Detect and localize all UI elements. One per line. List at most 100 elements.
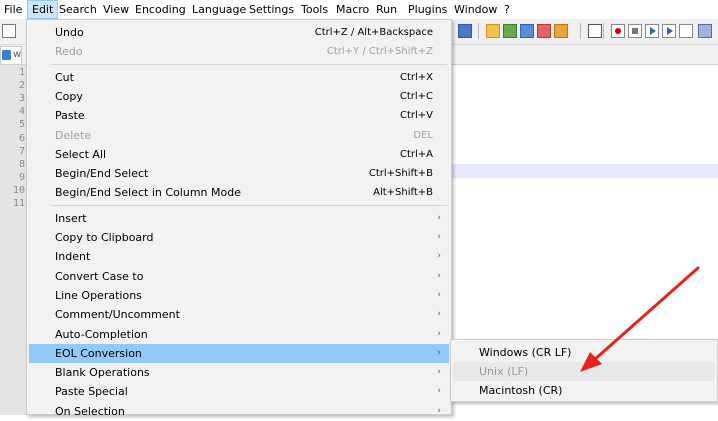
file-icon bbox=[2, 50, 11, 60]
menu-item-label: EOL Conversion bbox=[55, 346, 142, 360]
menu-item-comment-uncomment[interactable]: Comment/Uncomment › bbox=[29, 305, 449, 324]
menu-item-label: Auto-Completion bbox=[55, 327, 148, 341]
menu-run[interactable]: Run bbox=[372, 0, 401, 19]
menu-item-eol-conversion[interactable]: EOL Conversion › bbox=[29, 343, 449, 363]
line-number: 5 bbox=[18, 119, 25, 131]
menu-item-line-operations[interactable]: Line Operations › bbox=[29, 286, 449, 305]
toolbar-separator bbox=[603, 23, 604, 39]
line-number: 7 bbox=[18, 145, 25, 157]
eol-option-macintosh-cr[interactable]: Macintosh (CR) bbox=[453, 381, 715, 400]
menu-item-select-all[interactable]: Select All Ctrl+A bbox=[29, 145, 449, 164]
menu-item-shortcut: Ctrl+Z / Alt+Backspace bbox=[314, 27, 433, 38]
chevron-right-icon: › bbox=[437, 386, 441, 397]
eol-option-label: Unix (LF) bbox=[479, 365, 529, 378]
line-number: 3 bbox=[18, 93, 25, 105]
save-macro-icon[interactable] bbox=[679, 24, 693, 38]
menu-item-label: Redo bbox=[55, 45, 83, 59]
menu-edit[interactable]: Edit bbox=[27, 0, 59, 19]
menu-item-shortcut: Ctrl+V bbox=[399, 110, 433, 122]
menu-window[interactable]: Window bbox=[450, 0, 501, 19]
menu-item-copy[interactable]: Copy Ctrl+C bbox=[29, 87, 449, 106]
toolbar-separator bbox=[478, 23, 479, 39]
menu-item-on-selection[interactable]: On Selection › bbox=[29, 402, 449, 421]
chevron-right-icon: › bbox=[437, 212, 441, 223]
chevron-right-icon: › bbox=[437, 347, 441, 358]
line-number: 6 bbox=[18, 132, 25, 144]
menu-item-label: Undo bbox=[55, 26, 84, 39]
menu-item-auto-completion[interactable]: Auto-Completion › bbox=[29, 325, 449, 344]
menu-tools[interactable]: Tools bbox=[297, 0, 332, 19]
menu-item-label: Copy bbox=[55, 89, 83, 103]
wrap-icon[interactable] bbox=[458, 24, 472, 38]
menu-item-copy-to-clipboard[interactable]: Copy to Clipboard › bbox=[29, 228, 449, 247]
menu-item-label: Indent bbox=[55, 250, 91, 264]
chevron-right-icon: › bbox=[437, 232, 441, 242]
menu-view[interactable]: View bbox=[99, 0, 133, 19]
menu-item-begin-end-select-in-column-mode[interactable]: Begin/End Select in Column Mode Alt+Shift… bbox=[29, 183, 449, 202]
menu-encoding[interactable]: Encoding bbox=[131, 0, 190, 19]
more-tools-icon[interactable] bbox=[698, 24, 712, 38]
menu-item-label: Insert bbox=[55, 211, 87, 225]
line-number: 1 bbox=[18, 67, 25, 78]
menu-item-redo[interactable]: Redo Ctrl+Y / Ctrl+Shift+Z bbox=[29, 42, 449, 61]
image-icon[interactable] bbox=[503, 24, 517, 38]
line-number: 9 bbox=[18, 171, 25, 183]
stop-macro-icon[interactable] bbox=[628, 24, 642, 38]
menu-item-label: Line Operations bbox=[55, 288, 142, 302]
menu-item-convert-case-to[interactable]: Convert Case to › bbox=[29, 267, 449, 286]
menu-item-delete[interactable]: Delete DEL bbox=[29, 126, 449, 145]
menu-item-shortcut: Ctrl+Shift+B bbox=[368, 168, 433, 180]
menu-item-label: Blank Operations bbox=[55, 366, 150, 380]
menu-item-label: On Selection bbox=[55, 404, 125, 418]
menu-bar: File Edit Search View Encoding Language Settin… bbox=[0, 0, 718, 19]
eol-option-windows-cr-lf[interactable]: Windows (CR LF) bbox=[453, 343, 715, 362]
chevron-right-icon: › bbox=[437, 328, 441, 339]
chevron-right-icon: › bbox=[437, 405, 441, 416]
menu-macro[interactable]: Macro bbox=[332, 0, 373, 19]
menu-separator bbox=[51, 204, 447, 206]
menu-item-paste-special[interactable]: Paste Special › bbox=[29, 382, 449, 401]
line-number: 11 bbox=[12, 198, 25, 209]
menu-item-insert[interactable]: Insert › bbox=[29, 209, 449, 228]
menu-item-label: Paste bbox=[55, 109, 85, 123]
record-macro-icon[interactable] bbox=[611, 24, 625, 38]
menu-item-undo[interactable]: Undo Ctrl+Z / Alt+Backspace bbox=[29, 23, 449, 42]
menu-item-label: Begin/End Select in Column Mode bbox=[55, 186, 241, 200]
doc-map-icon[interactable] bbox=[520, 24, 534, 38]
menu-file[interactable]: File bbox=[0, 0, 26, 19]
edit-menu-dropdown: Undo Ctrl+Z / Alt+Backspace Redo Ctrl+Y / C… bbox=[26, 19, 452, 418]
function-icon[interactable] bbox=[537, 24, 551, 38]
eol-option-unix-lf[interactable]: Unix (LF) bbox=[453, 362, 715, 381]
folder-icon[interactable] bbox=[486, 24, 500, 38]
chevron-right-icon: › bbox=[437, 367, 441, 378]
menu-item-paste[interactable]: Paste Ctrl+V bbox=[29, 106, 449, 125]
play-macro-icon[interactable] bbox=[645, 24, 659, 38]
menu-item-shortcut: Ctrl+C bbox=[399, 90, 433, 102]
eol-conversion-submenu: Windows (CR LF) Unix (LF) Macintosh (CR) bbox=[450, 339, 718, 402]
menu-item-shortcut: DEL bbox=[413, 129, 433, 141]
menu-item-cut[interactable]: Cut Ctrl+X bbox=[29, 68, 449, 87]
menu-item-label: Convert Case to bbox=[55, 269, 144, 283]
menu-item-label: Delete bbox=[55, 128, 92, 142]
chevron-right-icon: › bbox=[437, 289, 441, 300]
new-file-icon[interactable] bbox=[2, 24, 16, 38]
menu-item-label: Paste Special bbox=[55, 385, 128, 399]
document-tab[interactable]: w bbox=[0, 46, 22, 64]
menu-item-label: Copy to Clipboard bbox=[55, 231, 154, 244]
menu-item-indent[interactable]: Indent › bbox=[29, 247, 449, 266]
monitor-icon[interactable] bbox=[588, 24, 602, 38]
run-macro-icon[interactable] bbox=[662, 24, 676, 38]
eol-option-label: Macintosh (CR) bbox=[479, 384, 563, 397]
menu-search[interactable]: Search bbox=[55, 0, 101, 19]
menu-item-shortcut: Ctrl+X bbox=[399, 71, 433, 83]
menu-help[interactable]: ? bbox=[500, 0, 514, 19]
folder-workspace-icon[interactable] bbox=[554, 24, 568, 38]
menu-language[interactable]: Language bbox=[188, 0, 250, 19]
menu-item-shortcut: Alt+Shift+B bbox=[373, 187, 433, 199]
document-tab-label: w bbox=[13, 49, 22, 60]
menu-item-blank-operations[interactable]: Blank Operations › bbox=[29, 363, 449, 382]
menu-item-begin-end-select[interactable]: Begin/End Select Ctrl+Shift+B bbox=[29, 164, 449, 183]
line-number: 10 bbox=[12, 184, 25, 196]
menu-settings[interactable]: Settings bbox=[245, 0, 298, 19]
menu-plugins[interactable]: Plugins bbox=[404, 0, 451, 19]
